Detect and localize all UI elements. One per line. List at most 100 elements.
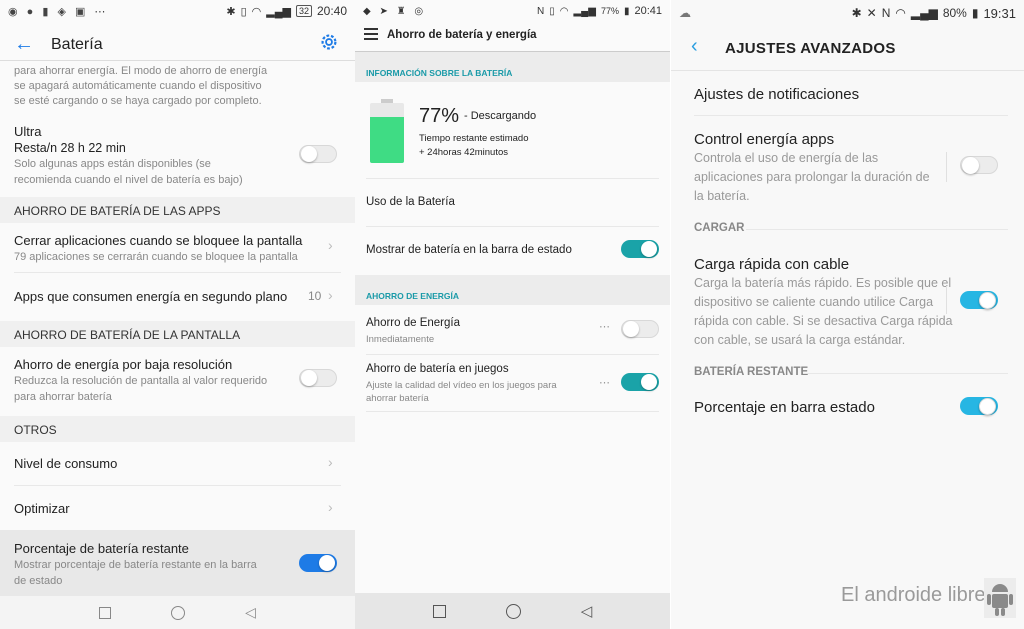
consumption-level-item[interactable]: Nivel de consumo: [14, 456, 117, 471]
navigation-bar: ◁: [0, 596, 355, 629]
low-res-toggle[interactable]: [299, 369, 337, 387]
battery-state: - Descargando: [464, 110, 537, 122]
page-title: Ahorro de batería y energía: [387, 29, 537, 41]
vibrate-icon: ▯: [549, 5, 555, 17]
section-header-other: OTROS: [0, 416, 355, 442]
watermark-text: El androide libre: [841, 584, 986, 606]
chevron-right-icon: ›: [328, 454, 333, 470]
energy-saver-title: Ahorro de Energía: [366, 317, 460, 329]
home-button[interactable]: [505, 603, 521, 619]
notification-icons: ◉ ● ▮ ◈ ▣ ⋯: [8, 5, 109, 18]
battery-percent-toggle[interactable]: [299, 554, 337, 572]
chevron-right-icon: ›: [328, 499, 333, 515]
bluetooth-icon: ✱: [226, 5, 236, 18]
back-chevron-icon[interactable]: ‹: [691, 36, 698, 56]
energy-saver-description: Inmediatamente: [366, 334, 435, 345]
clock: 20:41: [634, 5, 662, 17]
game-saver-title: Ahorro de batería en juegos: [366, 363, 509, 375]
bluetooth-icon: ✱: [851, 6, 862, 20]
ultra-title: Ultra: [14, 124, 42, 139]
more-options-icon[interactable]: ⋯: [599, 376, 610, 389]
mute-icon: ✕: [866, 6, 877, 20]
section-header-battery-info: INFORMACIÓN SOBRE LA BATERÍA: [355, 52, 670, 82]
section-header-charge: CARGAR: [694, 222, 745, 234]
battery-percent-title: Porcentaje de batería restante: [14, 541, 189, 556]
clock: 19:31: [983, 5, 1016, 21]
energy-saver-toggle[interactable]: [621, 320, 659, 338]
more-options-icon[interactable]: ⋯: [599, 320, 610, 333]
navigation-bar: ◁: [355, 593, 670, 629]
status-bar: ☁ ✱ ✕ N ◠ ▂▄▆ 80% ▮ 19:31: [671, 2, 1024, 24]
optimize-item[interactable]: Optimizar: [14, 501, 70, 516]
page-title: AJUSTES AVANZADOS: [725, 40, 896, 57]
battery-level-fill: [370, 116, 404, 163]
recents-button[interactable]: [432, 604, 446, 618]
fast-charge-description: Carga la batería más rápido. Es posible …: [694, 276, 953, 347]
battery-percentage: 80%: [942, 6, 967, 20]
wifi-icon: ◠: [559, 5, 569, 17]
estimated-time-label: Tiempo restante estimado: [419, 133, 529, 144]
fast-charge-toggle[interactable]: [960, 291, 998, 309]
ultra-toggle[interactable]: [299, 145, 337, 163]
estimated-time-value: + 24horas 42minutos: [419, 147, 508, 158]
nfc-icon: N: [536, 5, 545, 17]
menu-icon[interactable]: [364, 28, 378, 40]
battery-settings-panel: ◉ ● ▮ ◈ ▣ ⋯ ✱ ▯ ◠ ▂▄▆ 32 20:40 ← Batería pa…: [0, 0, 355, 629]
gear-icon[interactable]: [318, 31, 340, 53]
battery-indicator: 32: [295, 5, 312, 17]
android-logo-icon: [984, 578, 1016, 618]
battery-percent-toggle[interactable]: [960, 397, 998, 415]
battery-percentage: 77%: [600, 6, 619, 16]
back-button[interactable]: ◁: [581, 602, 593, 620]
back-arrow-icon[interactable]: ←: [14, 33, 34, 56]
section-header-battery-remaining: BATERÍA RESTANTE: [694, 366, 809, 378]
notification-settings-item[interactable]: Ajustes de notificaciones: [694, 86, 859, 103]
battery-percent: 77%: [419, 105, 460, 127]
battery-graphic: [370, 99, 404, 163]
nfc-icon: N: [881, 6, 891, 20]
wifi-icon: ◠: [251, 5, 262, 18]
ultra-remaining: Resta/n 28 h 22 min: [14, 141, 126, 155]
app-power-control-toggle[interactable]: [960, 156, 998, 174]
close-apps-description: 79 aplicaciones se cerrarán cuando se bl…: [14, 251, 298, 263]
fast-charge-title: Carga rápida con cable: [694, 256, 850, 273]
app-power-control-title: Control energía apps: [694, 131, 835, 148]
signal-icon: ▂▄▆: [266, 5, 291, 18]
section-header-apps: AHORRO DE BATERÍA DE LAS APPS: [0, 197, 355, 223]
page-title: Batería: [51, 36, 103, 53]
show-battery-status-toggle[interactable]: [621, 240, 659, 258]
low-res-description: Reduzca la resolución de pantalla al val…: [14, 375, 268, 403]
signal-icon: ▂▄▆: [573, 5, 596, 17]
ultra-description: Solo algunas apps están disponibles (se …: [14, 158, 243, 186]
battery-percent-description: Mostrar porcentaje de batería restante e…: [14, 559, 257, 587]
status-bar: ◆ ➤ ♜ ◎ N ▯ ◠ ▂▄▆ 77% ▮ 20:41: [355, 0, 670, 22]
battery-usage-item[interactable]: Uso de la Batería: [366, 196, 455, 208]
notification-icons: ◆ ➤ ♜ ◎: [363, 5, 427, 17]
chevron-right-icon: ›: [328, 287, 333, 303]
app-power-control-description: Controla el uso de energía de las aplica…: [694, 151, 930, 203]
vibrate-icon: ▯: [240, 5, 247, 18]
game-saver-toggle[interactable]: [621, 373, 659, 391]
status-bar: ◉ ● ▮ ◈ ▣ ⋯ ✱ ▯ ◠ ▂▄▆ 32 20:40: [0, 0, 355, 22]
background-apps-count: 10: [308, 289, 322, 303]
clock: 20:40: [316, 4, 347, 18]
power-saving-description: para ahorrar energía. El modo de ahorro …: [14, 65, 268, 107]
battery-energy-panel: ◆ ➤ ♜ ◎ N ▯ ◠ ▂▄▆ 77% ▮ 20:41 Ahorro de bate…: [355, 0, 670, 629]
recents-button[interactable]: [99, 606, 112, 619]
section-header-energy-saving: AHORRO DE ENERGÍA: [355, 275, 670, 305]
section-header-screen: AHORRO DE BATERÍA DE LA PANTALLA: [0, 321, 355, 347]
show-battery-status-title: Mostrar de batería en la barra de estado: [366, 244, 572, 256]
game-saver-description: Ajuste la calidad del vídeo en los juego…: [366, 380, 557, 404]
background-apps-title[interactable]: Apps que consumen energía en segundo pla…: [14, 289, 287, 304]
low-res-title: Ahorro de energía por baja resolución: [14, 357, 233, 372]
back-button[interactable]: ◁: [245, 604, 256, 621]
battery-icon: ▮: [971, 6, 979, 20]
signal-icon: ▂▄▆: [910, 6, 938, 20]
close-apps-title[interactable]: Cerrar aplicaciones cuando se bloquee la…: [14, 233, 302, 248]
battery-percent-title: Porcentaje en barra estado: [694, 399, 875, 416]
home-button[interactable]: [171, 605, 186, 620]
advanced-settings-panel: ☁ ✱ ✕ N ◠ ▂▄▆ 80% ▮ 19:31 ‹ AJUSTES AVANZADOS…: [671, 0, 1024, 629]
chevron-right-icon: ›: [328, 237, 333, 253]
wifi-icon: ◠: [895, 6, 906, 20]
battery-icon: ▮: [623, 5, 630, 17]
